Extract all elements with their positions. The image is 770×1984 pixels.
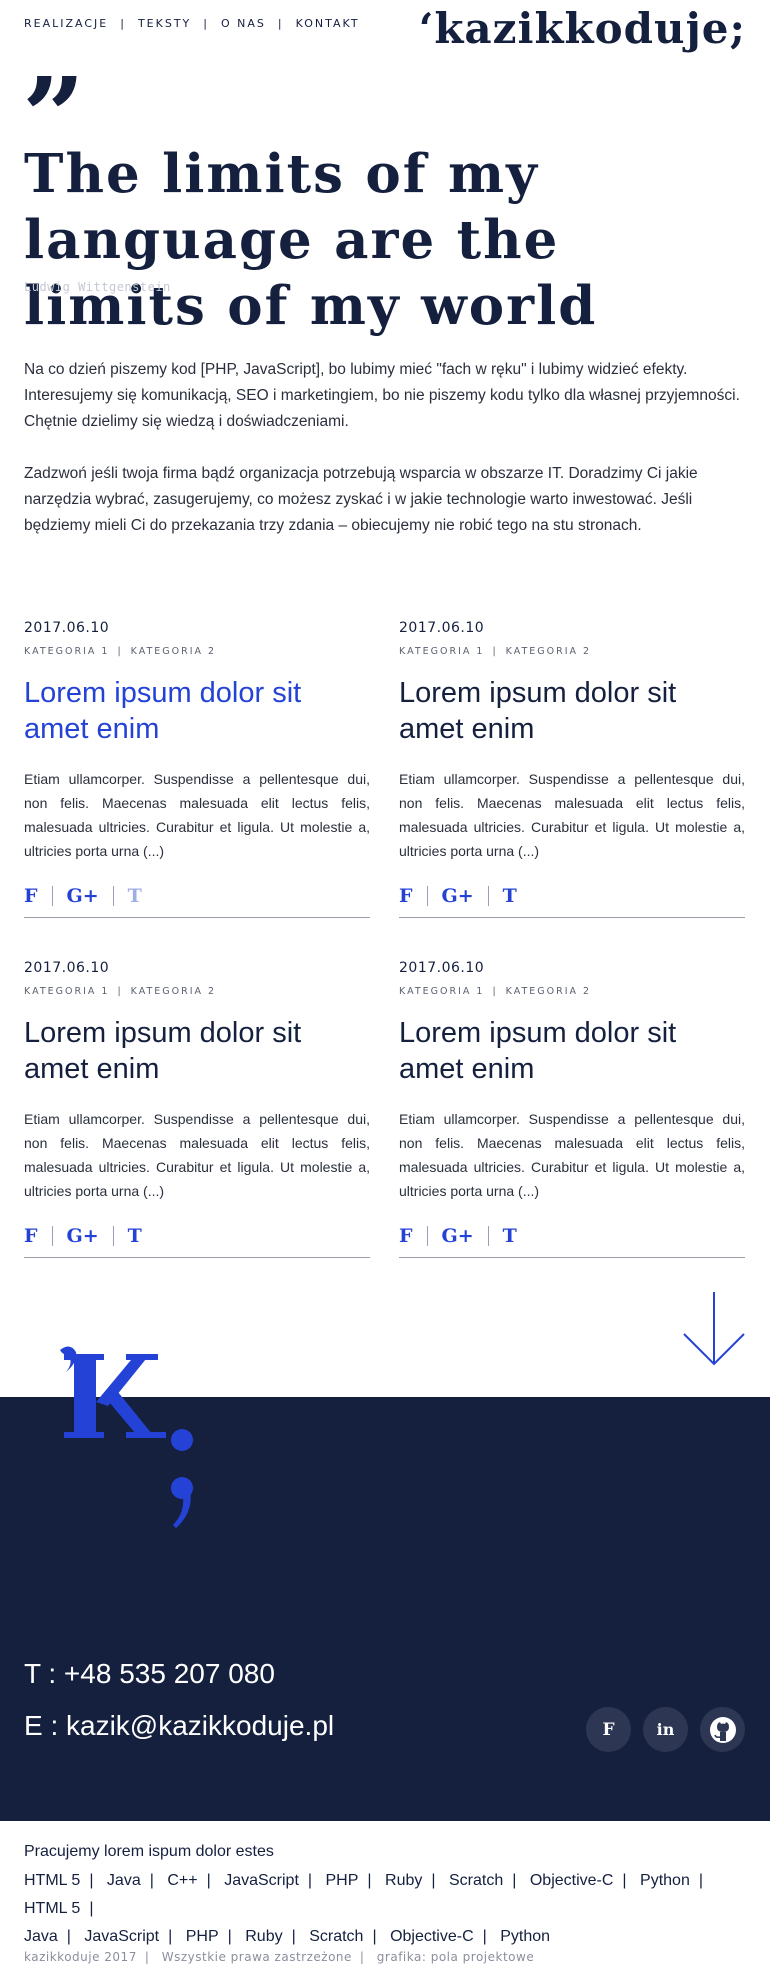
category-link[interactable]: KATEGORIA 2 — [131, 986, 216, 997]
share-googleplus-link[interactable]: G+ — [67, 1225, 99, 1247]
tech-item: Scratch — [309, 1928, 364, 1945]
nav-teksty[interactable]: TEKSTY — [138, 17, 191, 30]
tech-item: HTML 5 — [24, 1900, 81, 1917]
nav-separator: | — [203, 17, 209, 30]
arrow-down-icon[interactable] — [682, 1290, 746, 1368]
share-links: F G+ T — [399, 885, 745, 907]
post-categories: KATEGORIA 1 | KATEGORIA 2 — [24, 986, 217, 997]
post-date: 2017.06.10 — [24, 620, 110, 636]
share-twitter-link[interactable]: T — [128, 1225, 142, 1247]
divider — [24, 917, 370, 918]
copyright-rights: Wszystkie prawa zastrzeżone — [161, 1950, 352, 1964]
tech-row: HTML 5 | Java | C++ | JavaScript | PHP | Ruby… — [24, 1872, 703, 1917]
nav-separator: | — [120, 17, 126, 30]
tech-heading: Pracujemy lorem ispum dolor estes — [24, 1843, 274, 1860]
tech-item: C++ — [167, 1872, 198, 1889]
intro-text: Na co dzień piszemy kod [PHP, JavaScript… — [24, 357, 746, 565]
tech-item: PHP — [185, 1928, 219, 1945]
tech-item: Java — [24, 1928, 58, 1945]
post-card: 2017.06.10 KATEGORIA 1 | KATEGORIA 2 Lorem… — [399, 620, 745, 918]
hero-quote-title: The limits of my language are the limits… — [24, 143, 598, 337]
post-excerpt: Etiam ullamcorper. Suspendisse a pellent… — [399, 1111, 745, 1199]
share-googleplus-link[interactable]: G+ — [67, 885, 99, 907]
tech-item: PHP — [325, 1872, 359, 1889]
contact-email[interactable]: E : kazik@kazikkoduje.pl — [24, 1710, 334, 1742]
share-links: F G+ T — [399, 1225, 745, 1247]
tech-list: HTML 5 | Java | C++ | JavaScript | PHP | Ruby… — [24, 1867, 744, 1951]
post-card: 2017.06.10 KATEGORIA 1 | KATEGORIA 2 Lorem… — [24, 960, 370, 1258]
share-twitter-link[interactable]: T — [128, 885, 142, 907]
tech-item: Objective-C — [390, 1928, 474, 1945]
category-link[interactable]: KATEGORIA 2 — [506, 986, 591, 997]
post-date: 2017.06.10 — [399, 620, 485, 636]
share-twitter-link[interactable]: T — [503, 1225, 517, 1247]
tech-item: Objective-C — [529, 1872, 614, 1889]
post-categories: KATEGORIA 1 | KATEGORIA 2 — [24, 646, 217, 657]
nav-kontakt[interactable]: KONTAKT — [296, 17, 360, 30]
facebook-icon[interactable]: F — [586, 1707, 631, 1752]
post-title-link[interactable]: Lorem ipsum dolor sit amet enim — [399, 1015, 745, 1087]
tech-item: Java — [106, 1872, 141, 1889]
nav-realizacje[interactable]: REALIZACJE — [24, 17, 108, 30]
brand-k-mark-icon — [60, 1346, 193, 1528]
site-logo[interactable]: ‘kazikkoduje; — [419, 4, 746, 53]
tech-item: Ruby — [245, 1928, 283, 1945]
category-link[interactable]: KATEGORIA 1 — [24, 986, 109, 997]
tech-item: Ruby — [385, 1872, 423, 1889]
share-links: F G+ T — [24, 1225, 370, 1247]
share-facebook-link[interactable]: F — [399, 885, 413, 907]
copyright-brand: kazikkoduje 2017 — [24, 1950, 137, 1964]
post-card: 2017.06.10 KATEGORIA 1 | KATEGORIA 2 Lorem… — [24, 620, 370, 918]
github-icon[interactable] — [700, 1707, 745, 1752]
main-nav: REALIZACJE | TEKSTY | O NAS | KONTAKT — [24, 17, 360, 30]
tech-item: HTML 5 — [24, 1872, 81, 1889]
share-googleplus-link[interactable]: G+ — [442, 885, 474, 907]
divider — [399, 1257, 745, 1258]
tech-item: Python — [500, 1928, 551, 1945]
category-link[interactable]: KATEGORIA 2 — [131, 646, 216, 657]
post-title-link[interactable]: Lorem ipsum dolor sit amet enim — [24, 1015, 370, 1087]
category-link[interactable]: KATEGORIA 1 — [399, 646, 484, 657]
linkedin-icon[interactable]: in — [643, 1707, 688, 1752]
post-excerpt: Etiam ullamcorper. Suspendisse a pellent… — [24, 771, 370, 859]
post-date: 2017.06.10 — [24, 960, 110, 976]
share-googleplus-link[interactable]: G+ — [442, 1225, 474, 1247]
tech-item: JavaScript — [84, 1928, 160, 1945]
post-categories: KATEGORIA 1 | KATEGORIA 2 — [399, 986, 592, 997]
post-title-link[interactable]: Lorem ipsum dolor sit amet enim — [24, 675, 370, 747]
divider — [24, 1257, 370, 1258]
tech-item: Scratch — [448, 1872, 504, 1889]
post-excerpt: Etiam ullamcorper. Suspendisse a pellent… — [24, 1111, 370, 1199]
share-facebook-link[interactable]: F — [24, 885, 38, 907]
quote-mark-icon: ” — [22, 76, 85, 136]
nav-separator: | — [277, 17, 284, 30]
nav-o-nas[interactable]: O NAS — [221, 17, 266, 30]
share-facebook-link[interactable]: F — [24, 1225, 38, 1247]
category-link[interactable]: KATEGORIA 1 — [24, 646, 109, 657]
category-link[interactable]: KATEGORIA 2 — [506, 646, 591, 657]
post-card: 2017.06.10 KATEGORIA 1 | KATEGORIA 2 Lorem… — [399, 960, 745, 1258]
category-link[interactable]: KATEGORIA 1 — [399, 986, 484, 997]
hero-quote-author: Ludwig Wittgenstein — [24, 280, 171, 294]
post-date: 2017.06.10 — [399, 960, 485, 976]
share-links: F G+ T — [24, 885, 370, 907]
share-facebook-link[interactable]: F — [399, 1225, 413, 1247]
intro-paragraph-1: Na co dzień piszemy kod [PHP, JavaScript… — [24, 361, 740, 430]
post-categories: KATEGORIA 1 | KATEGORIA 2 — [399, 646, 592, 657]
tech-row: Java | JavaScript | PHP | Ruby | Scratch | Ob… — [24, 1928, 551, 1945]
tech-item: Python — [640, 1872, 690, 1889]
share-twitter-link[interactable]: T — [503, 885, 517, 907]
copyright-line: kazikkoduje 2017 | Wszystkie prawa zastrz… — [24, 1950, 535, 1964]
intro-paragraph-2: Zadzwoń jeśli twoja firma bądź organizac… — [24, 465, 698, 534]
post-excerpt: Etiam ullamcorper. Suspendisse a pellent… — [399, 771, 745, 859]
divider — [399, 917, 745, 918]
tech-item: JavaScript — [224, 1872, 299, 1889]
contact-phone[interactable]: T : +48 535 207 080 — [24, 1658, 275, 1690]
credit-link[interactable]: grafika: pola projektowe — [377, 1950, 534, 1964]
post-title-link[interactable]: Lorem ipsum dolor sit amet enim — [399, 675, 745, 747]
